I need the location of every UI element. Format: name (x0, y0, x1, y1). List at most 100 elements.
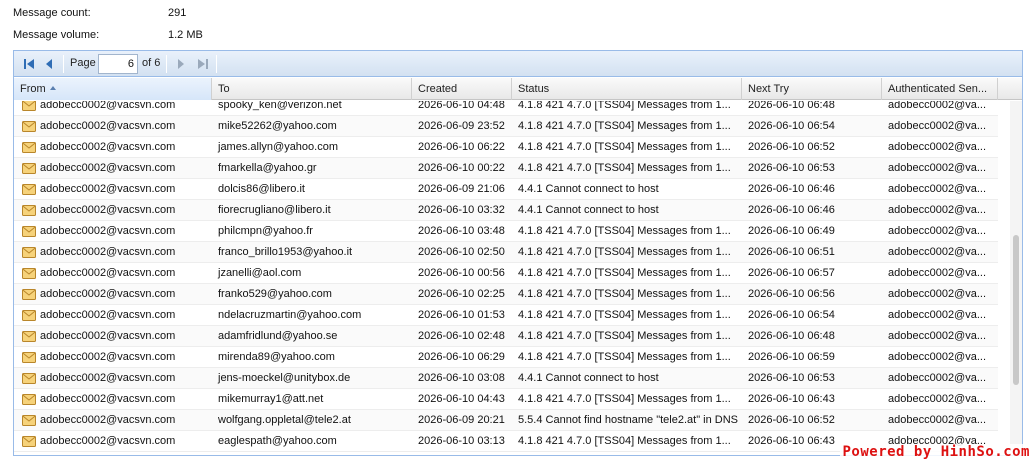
cell-next-try: 2026-06-10 06:56 (748, 288, 835, 300)
cell-from: adobecc0002@vacsvn.com (40, 225, 176, 237)
table-row[interactable]: adobecc0002@vacsvn.com mikemurray1@att.ne… (14, 389, 998, 410)
table-row[interactable]: adobecc0002@vacsvn.com jens-moeckel@unity… (14, 368, 998, 389)
cell-to: jens-moeckel@unitybox.de (218, 372, 351, 384)
cell-status: 4.1.8 421 4.7.0 [TSS04] Messages from 1.… (518, 101, 731, 111)
cell-to: mike52262@yahoo.com (218, 120, 337, 132)
scrollbar-thumb[interactable] (1013, 235, 1019, 385)
cell-authenticated-sender: adobecc0002@va... (888, 309, 987, 321)
cell-created: 2026-06-10 03:32 (418, 204, 505, 216)
cell-next-try: 2026-06-10 06:43 (748, 393, 835, 405)
cell-created: 2026-06-09 23:52 (418, 120, 505, 132)
cell-status: 5.5.4 Cannot find hostname "tele2.at" in… (518, 414, 738, 426)
cell-from: adobecc0002@vacsvn.com (40, 183, 176, 195)
cell-from: adobecc0002@vacsvn.com (40, 351, 176, 363)
table-row[interactable]: adobecc0002@vacsvn.com fiorecrugliano@lib… (14, 200, 998, 221)
cell-authenticated-sender: adobecc0002@va... (888, 162, 987, 174)
message-volume-value: 1.2 MB (168, 29, 203, 41)
cell-authenticated-sender: adobecc0002@va... (888, 330, 987, 342)
cell-authenticated-sender: adobecc0002@va... (888, 288, 987, 300)
table-row[interactable]: adobecc0002@vacsvn.com fmarkella@yahoo.gr… (14, 158, 998, 179)
cell-to: ndelacruzmartin@yahoo.com (218, 309, 362, 321)
table-row[interactable]: adobecc0002@vacsvn.com jzanelli@aol.com 20… (14, 263, 998, 284)
cell-next-try: 2026-06-10 06:51 (748, 246, 835, 258)
cell-status: 4.1.8 421 4.7.0 [TSS04] Messages from 1.… (518, 309, 731, 321)
cell-next-try: 2026-06-10 06:53 (748, 162, 835, 174)
cell-created: 2026-06-10 03:48 (418, 225, 505, 237)
cell-created: 2026-06-09 20:21 (418, 414, 505, 426)
cell-from: adobecc0002@vacsvn.com (40, 267, 176, 279)
cell-status: 4.4.1 Cannot connect to host (518, 372, 659, 384)
cell-authenticated-sender: adobecc0002@va... (888, 267, 987, 279)
cell-authenticated-sender: adobecc0002@va... (888, 351, 987, 363)
cell-created: 2026-06-10 01:53 (418, 309, 505, 321)
sort-ascending-icon (49, 86, 56, 91)
column-header-created[interactable]: Created (412, 78, 512, 100)
table-row[interactable]: adobecc0002@vacsvn.com ndelacruzmartin@ya… (14, 305, 998, 326)
cell-status: 4.1.8 421 4.7.0 [TSS04] Messages from 1.… (518, 393, 731, 405)
cell-next-try: 2026-06-10 06:48 (748, 101, 835, 111)
message-count-value: 291 (168, 7, 187, 19)
table-row[interactable]: adobecc0002@vacsvn.com spooky_ken@verizon… (14, 101, 998, 116)
cell-status: 4.1.8 421 4.7.0 [TSS04] Messages from 1.… (518, 435, 731, 447)
next-page-icon[interactable] (172, 55, 190, 73)
first-page-icon[interactable] (20, 55, 38, 73)
column-header-authenticated-sender[interactable]: Authenticated Sen... (882, 78, 998, 100)
cell-from: adobecc0002@vacsvn.com (40, 288, 176, 300)
table-row[interactable]: adobecc0002@vacsvn.com franko529@yahoo.co… (14, 284, 998, 305)
cell-authenticated-sender: adobecc0002@va... (888, 414, 987, 426)
cell-created: 2026-06-10 02:50 (418, 246, 505, 258)
table-row[interactable]: adobecc0002@vacsvn.com dolcis86@libero.it… (14, 179, 998, 200)
cell-to: franco_brillo1953@yahoo.it (218, 246, 353, 258)
cell-next-try: 2026-06-10 06:59 (748, 351, 835, 363)
cell-created: 2026-06-10 06:29 (418, 351, 505, 363)
grid-body: adobecc0002@vacsvn.com spooky_ken@verizon… (14, 101, 998, 455)
cell-created: 2026-06-10 04:43 (418, 393, 505, 405)
column-header-next-try[interactable]: Next Try (742, 78, 882, 100)
cell-created: 2026-06-10 04:48 (418, 101, 505, 111)
cell-created: 2026-06-10 03:13 (418, 435, 505, 447)
column-header-to[interactable]: To (212, 78, 412, 100)
table-row[interactable]: adobecc0002@vacsvn.com mike52262@yahoo.co… (14, 116, 998, 137)
prev-page-icon[interactable] (40, 55, 58, 73)
cell-status: 4.1.8 421 4.7.0 [TSS04] Messages from 1.… (518, 225, 731, 237)
table-row[interactable]: adobecc0002@vacsvn.com adamfridlund@yahoo… (14, 326, 998, 347)
cell-status: 4.1.8 421 4.7.0 [TSS04] Messages from 1.… (518, 351, 731, 363)
toolbar-separator (63, 55, 64, 73)
message-count-label: Message count: (13, 7, 91, 19)
cell-status: 4.1.8 421 4.7.0 [TSS04] Messages from 1.… (518, 141, 731, 153)
table-row[interactable]: adobecc0002@vacsvn.com philcmpn@yahoo.fr 2… (14, 221, 998, 242)
cell-from: adobecc0002@vacsvn.com (40, 372, 176, 384)
cell-to: eaglespath@yahoo.com (218, 435, 337, 447)
cell-from: adobecc0002@vacsvn.com (40, 393, 176, 405)
cell-status: 4.1.8 421 4.7.0 [TSS04] Messages from 1.… (518, 288, 731, 300)
cell-from: adobecc0002@vacsvn.com (40, 330, 176, 342)
table-row[interactable]: adobecc0002@vacsvn.com franco_brillo1953@… (14, 242, 998, 263)
cell-authenticated-sender: adobecc0002@va... (888, 372, 987, 384)
column-header-status[interactable]: Status (512, 78, 742, 100)
cell-to: philcmpn@yahoo.fr (218, 225, 313, 237)
column-header-from[interactable]: From (14, 78, 212, 100)
table-row[interactable]: adobecc0002@vacsvn.com mirenda89@yahoo.co… (14, 347, 998, 368)
cell-authenticated-sender: adobecc0002@va... (888, 101, 987, 111)
cell-from: adobecc0002@vacsvn.com (40, 120, 176, 132)
cell-created: 2026-06-10 02:48 (418, 330, 505, 342)
cell-to: franko529@yahoo.com (218, 288, 332, 300)
table-row[interactable]: adobecc0002@vacsvn.com wolfgang.oppletal@… (14, 410, 998, 431)
queue-grid: Page of 6 From To Created Status Next Tr… (13, 50, 1023, 456)
last-page-icon[interactable] (194, 55, 212, 73)
message-volume-label: Message volume: (13, 29, 100, 41)
page-number-input[interactable] (98, 54, 138, 74)
cell-from: adobecc0002@vacsvn.com (40, 204, 176, 216)
table-row[interactable]: adobecc0002@vacsvn.com james.allyn@yahoo.… (14, 137, 998, 158)
cell-to: mirenda89@yahoo.com (218, 351, 335, 363)
cell-next-try: 2026-06-10 06:53 (748, 372, 835, 384)
cell-next-try: 2026-06-10 06:54 (748, 120, 835, 132)
cell-next-try: 2026-06-10 06:46 (748, 204, 835, 216)
cell-created: 2026-06-10 06:22 (418, 141, 505, 153)
toolbar-separator (216, 55, 217, 73)
cell-to: jzanelli@aol.com (218, 267, 302, 279)
grid-scrollbar[interactable] (1010, 101, 1022, 455)
toolbar-separator (166, 55, 167, 73)
cell-from: adobecc0002@vacsvn.com (40, 141, 176, 153)
cell-from: adobecc0002@vacsvn.com (40, 435, 176, 447)
